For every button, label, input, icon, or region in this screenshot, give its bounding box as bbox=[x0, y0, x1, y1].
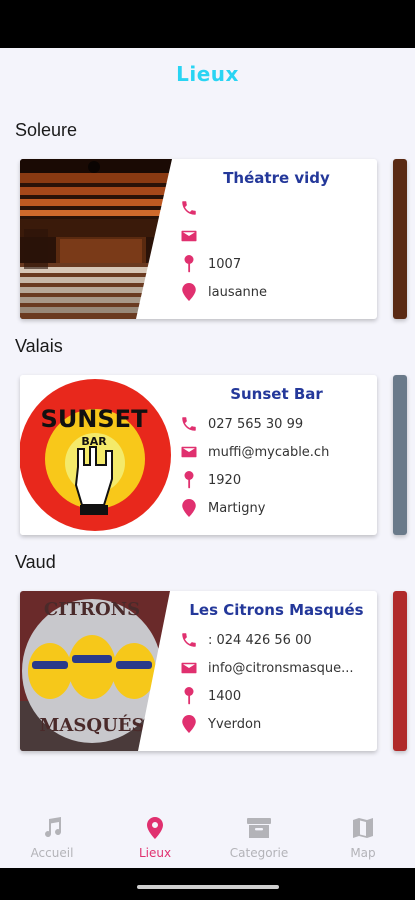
next-card-peek[interactable] bbox=[393, 591, 407, 751]
nav-label-lieux: Lieux bbox=[138, 846, 172, 860]
status-bar bbox=[0, 0, 415, 48]
venue-card-theatre-vidy[interactable]: Théatre vidy 1007 lausanne bbox=[20, 159, 377, 319]
postcode-text: 1400 bbox=[208, 688, 242, 704]
venue-logo-citrons: CITRONS MASQUÉS bbox=[20, 591, 185, 751]
email-text: muffi@mycable.ch bbox=[208, 444, 330, 460]
nav-item-map[interactable]: Map bbox=[323, 816, 403, 860]
postcode-row: 1400 bbox=[178, 685, 241, 707]
section-title-valais: Valais bbox=[15, 336, 63, 356]
app-screen: Lieux Soleure Théatre vidy 1007 lausanne… bbox=[0, 48, 415, 868]
nav-item-categorie[interactable]: Categorie bbox=[219, 816, 299, 860]
venue-name: Sunset Bar bbox=[230, 385, 323, 403]
phone-text: 027 565 30 99 bbox=[208, 416, 304, 432]
phone-row[interactable]: 027 565 30 99 bbox=[178, 413, 303, 435]
venue-logo-sunset: SUNSET BAR bbox=[20, 375, 185, 535]
section-title-soleure: Soleure bbox=[15, 120, 78, 140]
nav-label-accueil: Accueil bbox=[30, 846, 74, 860]
city-text: Yverdon bbox=[208, 716, 262, 732]
mail-icon bbox=[178, 225, 200, 247]
venue-name: Théatre vidy bbox=[223, 169, 330, 187]
sunset-logo-text: SUNSET bbox=[41, 405, 149, 433]
home-gesture-handle[interactable] bbox=[137, 885, 279, 889]
next-card-peek[interactable] bbox=[393, 159, 407, 319]
citrons-logo-bottom: MASQUÉS bbox=[40, 713, 145, 736]
nav-label-categorie: Categorie bbox=[229, 846, 289, 860]
phone-text: : 024 426 56 00 bbox=[208, 632, 312, 648]
location-marker-icon bbox=[178, 713, 200, 735]
pin-icon bbox=[178, 469, 200, 491]
phone-icon bbox=[178, 413, 200, 435]
nav-item-lieux[interactable]: Lieux bbox=[115, 816, 195, 860]
venue-name: Les Citrons Masqués bbox=[189, 601, 364, 619]
postcode-row: 1007 bbox=[178, 253, 241, 275]
phone-row[interactable] bbox=[178, 197, 208, 219]
city-row: Martigny bbox=[178, 497, 265, 519]
email-row[interactable]: muffi@mycable.ch bbox=[178, 441, 329, 463]
nav-label-map: Map bbox=[350, 846, 376, 860]
city-text: lausanne bbox=[208, 284, 268, 300]
email-row[interactable]: info@citronsmasque... bbox=[178, 657, 354, 679]
page-title: Lieux bbox=[176, 62, 239, 86]
location-marker-icon bbox=[178, 497, 200, 519]
music-note-icon bbox=[45, 817, 62, 838]
map-pin-icon bbox=[147, 817, 163, 839]
gesture-bar bbox=[0, 868, 415, 900]
phone-icon bbox=[178, 629, 200, 651]
venue-card-sunset-bar[interactable]: SUNSET BAR Sunset Bar 027 565 30 99 muff… bbox=[20, 375, 377, 535]
section-title-vaud: Vaud bbox=[15, 552, 56, 572]
folded-map-icon bbox=[353, 818, 373, 838]
next-card-peek[interactable] bbox=[393, 375, 407, 535]
citrons-logo-top: CITRONS bbox=[44, 599, 140, 620]
pin-icon bbox=[178, 253, 200, 275]
postcode-text: 1920 bbox=[208, 472, 242, 488]
city-row: lausanne bbox=[178, 281, 267, 303]
mail-icon bbox=[178, 657, 200, 679]
email-text: info@citronsmasque... bbox=[208, 660, 354, 676]
phone-row[interactable]: : 024 426 56 00 bbox=[178, 629, 312, 651]
bottom-nav: Accueil Lieux Categorie Map bbox=[0, 808, 415, 868]
location-marker-icon bbox=[178, 281, 200, 303]
venue-card-citrons-masques[interactable]: CITRONS MASQUÉS Les Citrons Masqués : 02… bbox=[20, 591, 377, 751]
postcode-text: 1007 bbox=[208, 256, 242, 272]
mail-icon bbox=[178, 441, 200, 463]
city-text: Martigny bbox=[208, 500, 266, 516]
archive-box-icon bbox=[247, 818, 271, 838]
nav-item-accueil[interactable]: Accueil bbox=[12, 816, 92, 860]
city-row: Yverdon bbox=[178, 713, 261, 735]
email-row[interactable] bbox=[178, 225, 208, 247]
postcode-row: 1920 bbox=[178, 469, 241, 491]
phone-icon bbox=[178, 197, 200, 219]
pin-icon bbox=[178, 685, 200, 707]
venue-photo-theatre bbox=[20, 159, 185, 319]
